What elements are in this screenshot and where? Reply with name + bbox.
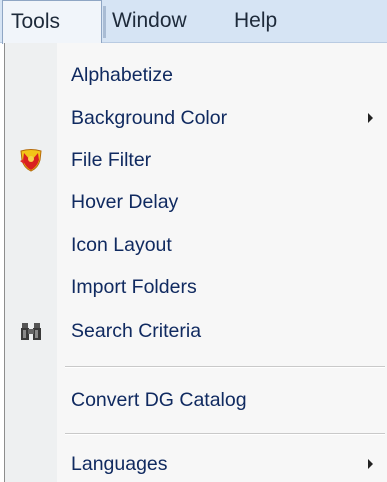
binoculars-icon (18, 318, 44, 344)
menu-item-convert-dg-catalog[interactable]: Convert DG Catalog (5, 382, 387, 418)
menu-item-label: Hover Delay (71, 191, 179, 213)
menubar-separator (103, 6, 106, 38)
menu-item-alphabetize[interactable]: Alphabetize (5, 57, 387, 93)
menubar-tools[interactable]: Tools (2, 0, 102, 44)
tools-dropdown-menu: Alphabetize Background Color File Filter… (4, 43, 387, 482)
menubar-window[interactable]: Window (112, 0, 187, 42)
menu-item-languages[interactable]: Languages (5, 446, 387, 482)
menu-item-label: Icon Layout (71, 234, 172, 256)
menu-item-file-filter[interactable]: File Filter (5, 142, 387, 178)
menu-item-icon-layout[interactable]: Icon Layout (5, 227, 387, 263)
menu-item-label: File Filter (71, 149, 152, 171)
shield-icon (18, 147, 44, 173)
menu-item-search-criteria[interactable]: Search Criteria (5, 313, 387, 349)
menu-item-label: Search Criteria (71, 320, 202, 342)
menu-item-background-color[interactable]: Background Color (5, 100, 387, 136)
menubar-help[interactable]: Help (234, 0, 277, 42)
menu-item-label: Alphabetize (71, 64, 173, 86)
menu-item-import-folders[interactable]: Import Folders (5, 269, 387, 305)
menu-separator (65, 366, 385, 368)
submenu-arrow-icon (368, 459, 373, 469)
menu-item-label: Convert DG Catalog (71, 389, 247, 411)
menu-item-label: Languages (71, 453, 168, 475)
menu-separator (65, 433, 385, 435)
menu-bar: Tools Window Help (0, 0, 387, 44)
menu-item-label: Import Folders (71, 276, 197, 298)
menu-item-hover-delay[interactable]: Hover Delay (5, 184, 387, 220)
menu-item-label: Background Color (71, 107, 228, 129)
submenu-arrow-icon (368, 113, 373, 123)
